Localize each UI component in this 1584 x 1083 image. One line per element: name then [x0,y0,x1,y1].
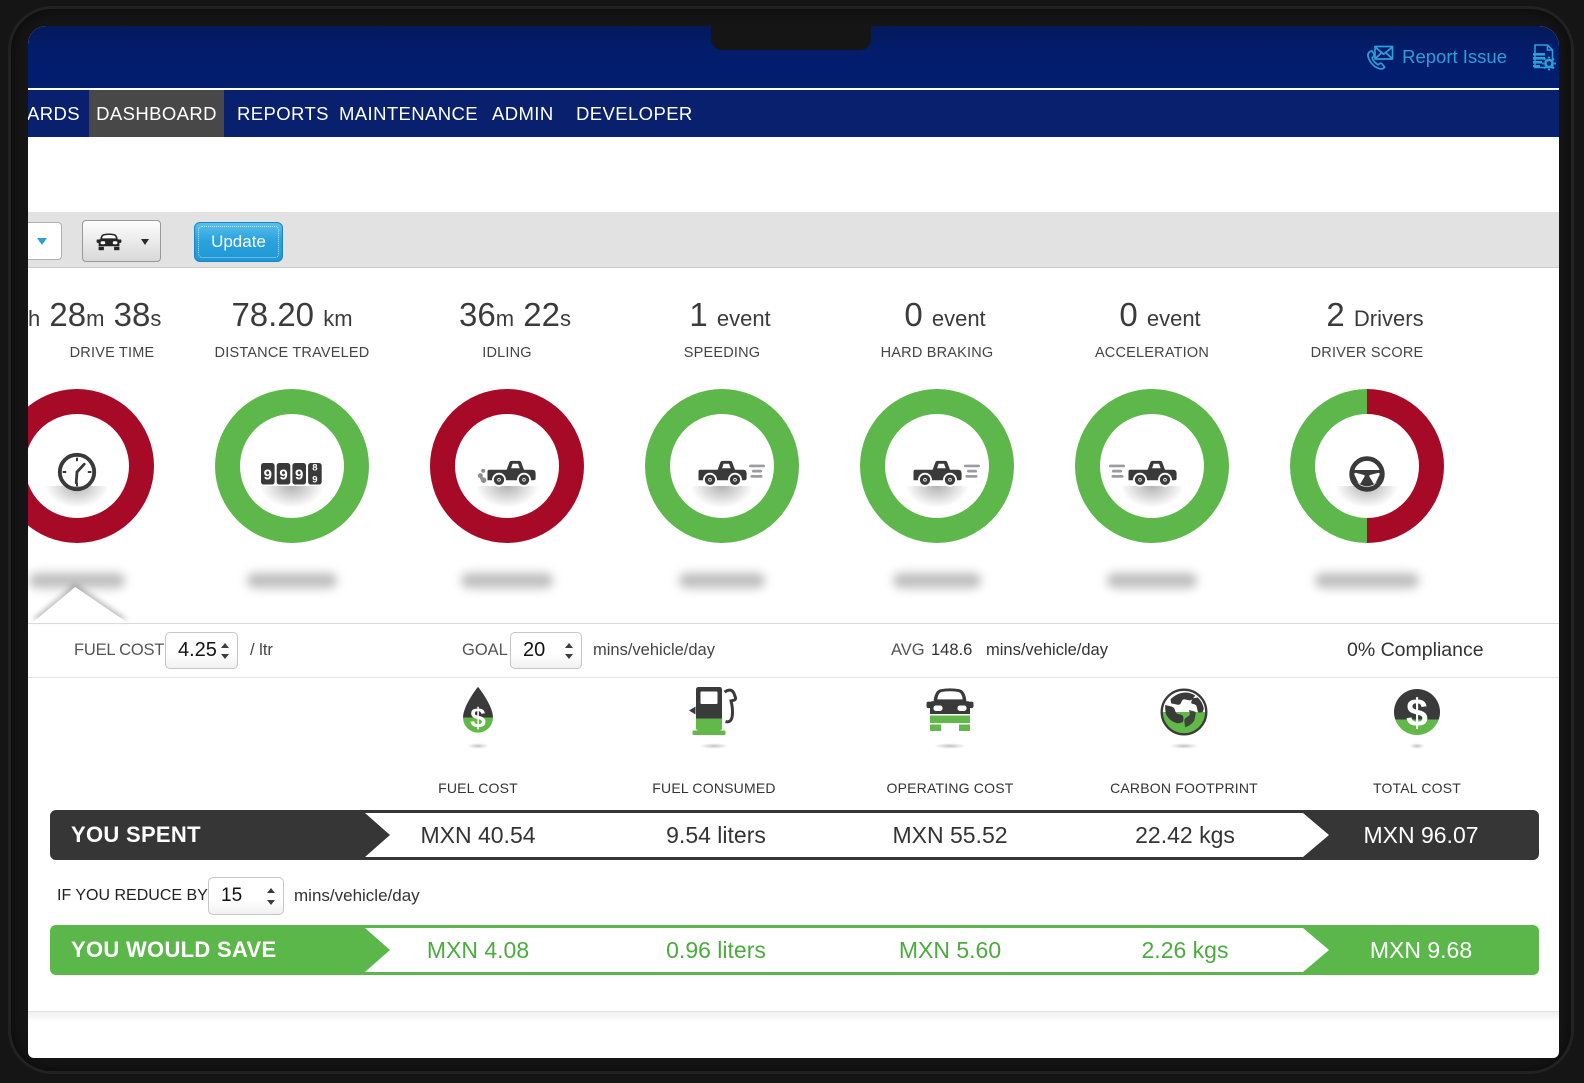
svg-text:9: 9 [312,474,317,485]
svg-text:9: 9 [264,466,272,483]
svg-text:$: $ [470,703,486,734]
svg-text:$: $ [1406,692,1428,735]
svg-text:8: 8 [312,463,317,473]
svg-text:9: 9 [279,466,287,483]
svg-text:9: 9 [295,466,303,483]
